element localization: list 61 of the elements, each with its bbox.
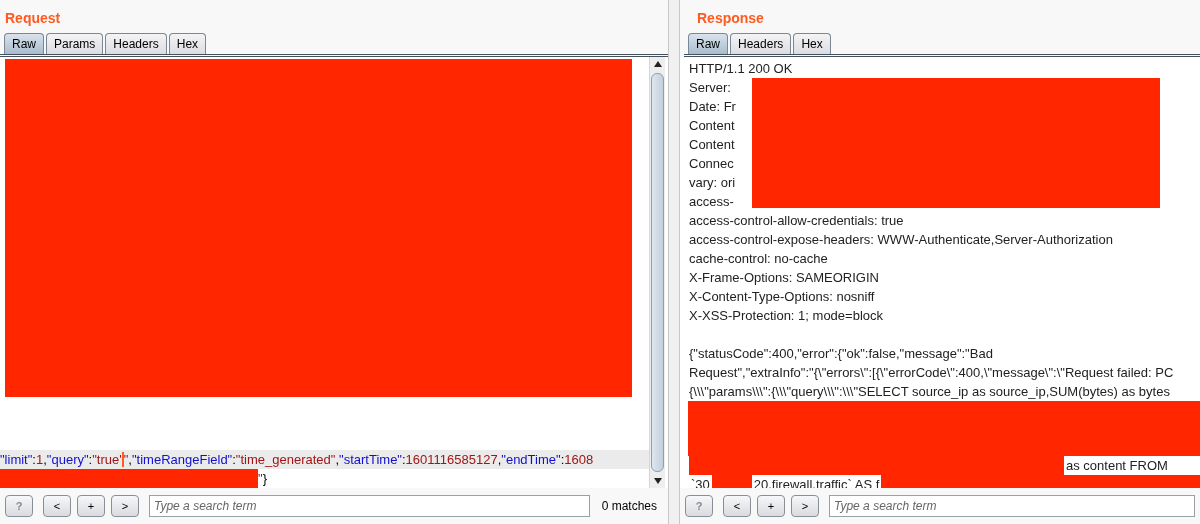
nav-button[interactable]: < [723, 495, 751, 517]
response-line: {"statusCode":400,"error":{"ok":false,"message":"Bad [689, 345, 993, 363]
scrollbar-thumb[interactable] [651, 73, 664, 472]
code-token: , [335, 451, 340, 469]
nav-button[interactable]: < [43, 495, 71, 517]
scroll-down-icon[interactable] [653, 478, 662, 484]
code-token: "query" [46, 451, 89, 469]
match-count: 0 matches [600, 498, 658, 515]
response-line: X-Frame-Options: SAMEORIGIN [689, 269, 879, 287]
nav-button[interactable]: + [757, 495, 785, 517]
response-line: HTTP/1.1 200 OK [689, 60, 793, 78]
text-cursor [121, 452, 124, 467]
response-line: vary: ori [689, 174, 736, 192]
response-line: Content [689, 117, 735, 135]
response-line: cache-control: no-cache [689, 250, 828, 268]
tab[interactable]: Headers [105, 33, 167, 54]
code-token: : [88, 451, 93, 469]
response-line: Connec [689, 155, 734, 173]
response-line: Server: [689, 79, 731, 97]
response-line: {\\\"params\\\":{\\\"query\\\":\\\"SELECT source_ip as source_ip,SUM(bytes) as bytes [689, 383, 1170, 401]
code-token: : [402, 451, 406, 469]
code-token: "time_generated" [235, 451, 336, 469]
tab[interactable]: Raw [4, 33, 44, 54]
code-token: "timeRangeField" [131, 451, 233, 469]
code-token: : [560, 451, 565, 469]
response-line: access-control-expose-headers: WWW-Authenticate,Server-Authorization [689, 231, 1113, 249]
nav-button[interactable]: > [791, 495, 819, 517]
response-line: X-XSS-Protection: 1; mode=block [689, 307, 883, 325]
tab[interactable]: Hex [168, 33, 207, 54]
code-token: "endTime" [501, 451, 561, 469]
tab[interactable]: Headers [730, 33, 792, 54]
code-token: } [262, 470, 267, 488]
response-line: Request","extraInfo":"{\"errors\":[{\"errorCode\":400,\"message\":\"Request failed: PC [689, 364, 1174, 382]
code-token: "startTime" [339, 451, 402, 469]
panel-title: Request [4, 9, 62, 28]
tab[interactable]: Params [46, 33, 104, 54]
code-token: : [232, 451, 236, 469]
response-line: Date: Fr [689, 98, 736, 116]
nav-button[interactable]: > [111, 495, 139, 517]
response-line: X-Content-Type-Options: nosniff [689, 288, 875, 306]
tab[interactable]: Raw [688, 33, 728, 54]
code-token: , [43, 451, 47, 469]
code-token: " [123, 451, 129, 469]
response-line: as content FROM [1065, 457, 1169, 475]
panel-title: Response [696, 9, 765, 28]
code-token: " [258, 470, 263, 488]
code-token: 1601116585127 [405, 451, 498, 469]
code-token: 1608 [564, 451, 594, 469]
scrollbar[interactable] [649, 57, 665, 488]
response-line: Content [689, 136, 735, 154]
code-token: , [128, 451, 132, 469]
search-field[interactable]: Type a search term [149, 495, 590, 517]
response-line: access-control-allow-credentials: true [689, 212, 904, 230]
scroll-up-icon[interactable] [653, 61, 662, 67]
code-token: , [497, 451, 502, 469]
code-token: "true' [92, 451, 122, 469]
code-token: : [32, 451, 36, 469]
nav-button[interactable]: + [77, 495, 105, 517]
search-field[interactable]: Type a search term [829, 495, 1195, 517]
tab[interactable]: Hex [793, 33, 831, 54]
response-line: access- [689, 193, 734, 211]
